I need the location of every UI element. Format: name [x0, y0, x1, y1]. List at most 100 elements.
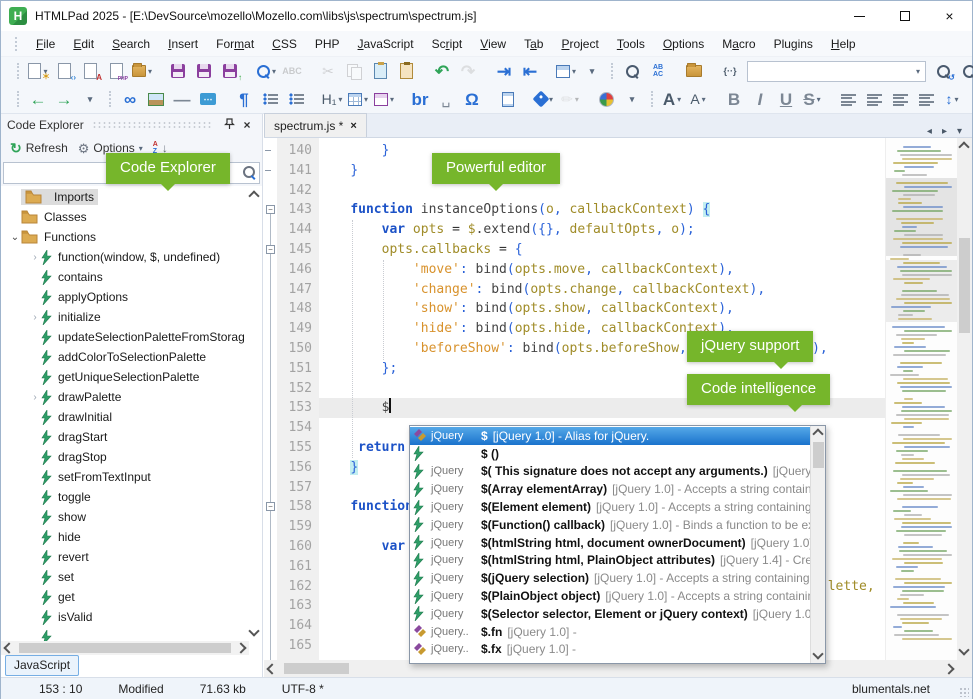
- menu-search[interactable]: Search: [103, 33, 159, 55]
- menu-help[interactable]: Help: [822, 33, 865, 55]
- new-html-document-button[interactable]: A: [78, 59, 102, 83]
- cut-button[interactable]: ✂: [316, 59, 340, 83]
- navigate-forward-button[interactable]: →: [52, 87, 76, 111]
- tree-item-contains[interactable]: contains: [1, 267, 248, 287]
- scrollbar-thumb[interactable]: [19, 643, 231, 653]
- tree-item-initialize[interactable]: ›initialize: [1, 307, 248, 327]
- strikethrough-button[interactable]: S▾: [800, 87, 824, 111]
- code-line-144[interactable]: var opts = $.extend({}, defaultOpts, o);: [319, 220, 885, 240]
- save-all-button[interactable]: [192, 59, 216, 83]
- menu-css[interactable]: CSS: [263, 33, 306, 55]
- menu-tools[interactable]: Tools: [608, 33, 654, 55]
- code-snippet-button[interactable]: {··}: [718, 59, 742, 83]
- autocomplete-item[interactable]: jQuery$(Function() callback)[jQuery 1.0]…: [410, 516, 810, 534]
- new-php-document-button[interactable]: PHP: [104, 59, 128, 83]
- align-right-button[interactable]: [888, 87, 912, 111]
- align-center-button[interactable]: [862, 87, 886, 111]
- tree-item-dragstart[interactable]: dragStart: [1, 427, 248, 447]
- code-line-145[interactable]: opts.callbacks = {: [319, 240, 885, 260]
- quick-search-button[interactable]: ▾: [254, 59, 278, 83]
- code-line-143[interactable]: function instanceOptions(o, callbackCont…: [319, 200, 885, 220]
- fold-marker[interactable]: −: [266, 245, 275, 254]
- menu-file[interactable]: File: [27, 33, 64, 55]
- autocomplete-item[interactable]: jQuery$(PlainObject object)[jQuery 1.0] …: [410, 587, 810, 605]
- insert-comment-button[interactable]: ⋯: [196, 87, 220, 111]
- nbsp-button[interactable]: ␣: [434, 87, 458, 111]
- autocomplete-item[interactable]: jQuery..$.fx[jQuery 1.0] -: [410, 641, 810, 659]
- pin-button[interactable]: [220, 118, 238, 133]
- decrease-font-button[interactable]: A▾: [686, 87, 710, 111]
- chevron-right-icon[interactable]: ›: [29, 392, 41, 403]
- autocomplete-item[interactable]: $ (): [410, 445, 810, 463]
- search-combo-input[interactable]: [748, 62, 911, 81]
- tree-item-dragstop[interactable]: dragStop: [1, 447, 248, 467]
- chevron-down-icon[interactable]: ▾: [911, 67, 925, 76]
- nav-overflow-button[interactable]: ▾: [78, 87, 102, 111]
- insert-form-button[interactable]: ▾: [372, 87, 396, 111]
- fold-marker[interactable]: −: [266, 205, 275, 214]
- code-line-147[interactable]: 'change': bind(opts.change, callbackCont…: [319, 280, 885, 300]
- insert-table-button[interactable]: ▾: [346, 87, 370, 111]
- increase-font-button[interactable]: A▾: [660, 87, 684, 111]
- autocomplete-item[interactable]: jQuery$(jQuery selection)[jQuery 1.0] - …: [410, 569, 810, 587]
- scrollbar-thumb[interactable]: [813, 442, 824, 468]
- tree-item-setfromtextinput[interactable]: setFromTextInput: [1, 467, 248, 487]
- new-web-document-button[interactable]: ‹›: [52, 59, 76, 83]
- line-spacing-button[interactable]: ↕▾: [940, 87, 964, 111]
- menu-view[interactable]: View: [471, 33, 515, 55]
- tree-item-revert[interactable]: revert: [1, 547, 248, 567]
- autocomplete-item[interactable]: jQuery$( This signature does not accept …: [410, 463, 810, 481]
- menu-tab[interactable]: Tab: [515, 33, 552, 55]
- tree-item-classes[interactable]: Classes: [1, 207, 248, 227]
- tree-item-set[interactable]: set: [1, 567, 248, 587]
- code-line-148[interactable]: 'show': bind(opts.show, callbackContext)…: [319, 299, 885, 319]
- scroll-down-icon[interactable]: [958, 644, 969, 655]
- tree-item-toggle[interactable]: toggle: [1, 487, 248, 507]
- panel-close-button[interactable]: ×: [238, 118, 256, 132]
- insert-hr-button[interactable]: —: [170, 87, 194, 111]
- paste-button[interactable]: [368, 59, 392, 83]
- minimize-button[interactable]: [837, 1, 882, 31]
- autocomplete-item[interactable]: jQuery..$.fn[jQuery 1.0] -: [410, 623, 810, 641]
- tree-scroll-down-icon[interactable]: [248, 625, 259, 636]
- menu-javascript[interactable]: JavaScript: [349, 33, 423, 55]
- panel-layout-button[interactable]: ▾: [554, 59, 578, 83]
- menu-script[interactable]: Script: [423, 33, 472, 55]
- refresh-button[interactable]: ↻ Refresh: [7, 139, 71, 157]
- tab-close-icon[interactable]: ×: [350, 120, 356, 132]
- maximize-button[interactable]: [882, 1, 927, 31]
- insert-image-button[interactable]: [144, 87, 168, 111]
- find-in-results-button[interactable]: →: [957, 59, 973, 83]
- tree-item-getuniqueselectionpalette[interactable]: getUniqueSelectionPalette: [1, 367, 248, 387]
- tree-item-functions[interactable]: ⌄Functions: [1, 227, 248, 247]
- align-left-button[interactable]: [836, 87, 860, 111]
- save-upload-button[interactable]: ↑: [218, 59, 242, 83]
- scroll-right-icon[interactable]: [235, 642, 246, 653]
- bullet-list-button[interactable]: [258, 87, 282, 111]
- editor-vertical-scrollbar[interactable]: [957, 138, 972, 660]
- scroll-left-icon[interactable]: [3, 642, 14, 653]
- paragraph-button[interactable]: ¶: [232, 87, 256, 111]
- code-line-140[interactable]: }: [319, 141, 885, 161]
- copy-button[interactable]: [342, 59, 366, 83]
- resize-grip[interactable]: [959, 687, 969, 697]
- new-document-button[interactable]: ＊▾: [26, 59, 50, 83]
- tab-spectrum-js[interactable]: spectrum.js * ×: [264, 113, 367, 137]
- tree-item[interactable]: [1, 627, 248, 641]
- tag-button[interactable]: ▾: [532, 87, 556, 111]
- tree-item-addcolortoselectionpalette[interactable]: addColorToSelectionPalette: [1, 347, 248, 367]
- find-next-button[interactable]: ↺: [931, 59, 955, 83]
- tab-list-icon[interactable]: ▾: [957, 126, 962, 137]
- encoding[interactable]: UTF-8 *: [282, 682, 324, 696]
- scrollbar-thumb[interactable]: [959, 238, 970, 333]
- autocomplete-item[interactable]: jQuery$(htmlString html, PlainObject att…: [410, 552, 810, 570]
- tree-item-get[interactable]: get: [1, 587, 248, 607]
- indent-button[interactable]: ⇥: [492, 59, 516, 83]
- tree-item-isvalid[interactable]: isValid: [1, 607, 248, 627]
- fold-margin[interactable]: −−−: [264, 138, 277, 660]
- popup-scrollbar[interactable]: [810, 426, 825, 663]
- heading-button[interactable]: H₁▾: [320, 87, 344, 111]
- open-file-button[interactable]: ▾: [130, 59, 154, 83]
- special-char-button[interactable]: Ω: [460, 87, 484, 111]
- justify-button[interactable]: [914, 87, 938, 111]
